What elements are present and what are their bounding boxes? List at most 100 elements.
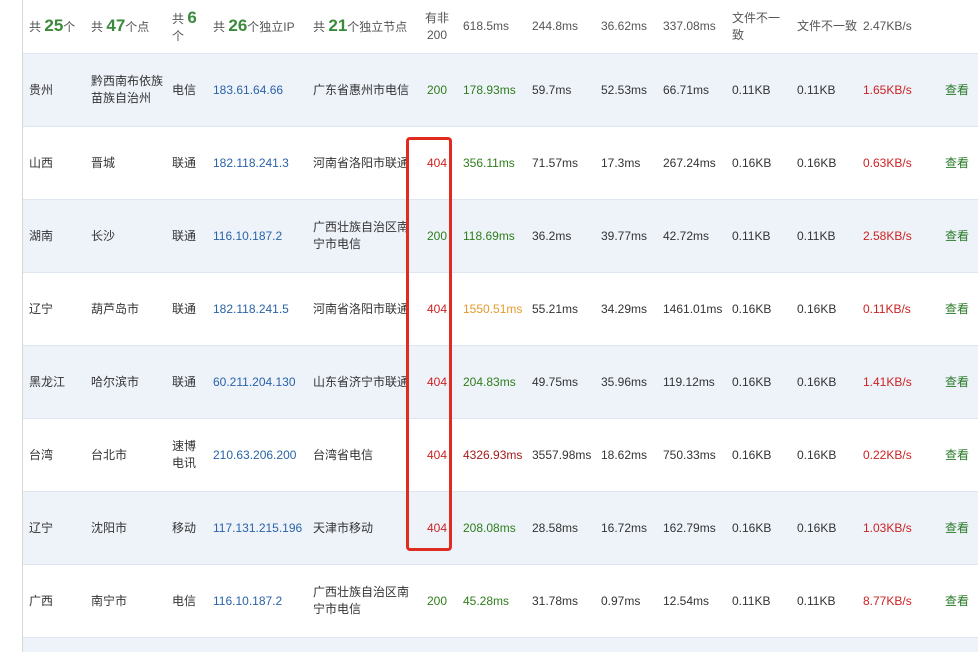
resolve-time: 49.75ms — [526, 345, 595, 419]
file-size-2: 0.11KB — [791, 199, 857, 273]
table-row: 台湾 台北市 速博电讯 210.63.206.200 台湾省电信 404 432… — [23, 418, 978, 492]
table-row: 湖南 长沙 联通 116.10.187.2 广西壮族自治区南宁市电信 200 1… — [23, 199, 978, 273]
city: 长沙 — [85, 199, 166, 273]
city: 南宁市 — [85, 564, 166, 638]
file-size: 0.11KB — [726, 564, 791, 638]
summary-row: 共 25个 共 47个点 共 6个 共 26个独立IP 共 21个独立节点 有非… — [23, 0, 978, 54]
http-status: 404 — [417, 272, 457, 346]
download-time: 119.12ms — [657, 345, 726, 419]
isp: 电信 — [166, 564, 207, 638]
file-inconsistent-note: 文件不一致 — [726, 0, 791, 54]
non200-note: 有非200 — [417, 0, 457, 54]
view-link[interactable]: 查看 — [939, 126, 978, 200]
download-time: 12.54ms — [657, 564, 726, 638]
ip-address: 210.63.206.200 — [207, 418, 307, 492]
view-link[interactable]: 查看 — [939, 418, 978, 492]
connect-time: 34.29ms — [595, 272, 657, 346]
isp: 联通 — [166, 345, 207, 419]
view-link[interactable]: 查看 — [939, 272, 978, 346]
total-time: 208.08ms — [457, 491, 526, 565]
file-size: 0.11KB — [726, 199, 791, 273]
file-size-2: 0.16KB — [791, 418, 857, 492]
download-speed: 1.03KB/s — [857, 491, 939, 565]
province: 辽宁 — [23, 272, 85, 346]
file-size-2: 0.16KB — [791, 345, 857, 419]
city: 黔西南布依族苗族自治州 — [85, 53, 166, 127]
ip-address: 116.10.187.2 — [207, 199, 307, 273]
file-size: 0.16KB — [726, 345, 791, 419]
table-row: 广西 南宁市 电信 116.10.187.2 广西壮族自治区南宁市电信 200 … — [23, 564, 978, 638]
isp-count: 共 6个 — [166, 0, 207, 54]
view-link[interactable]: 查看 — [939, 199, 978, 273]
province: 台湾 — [23, 418, 85, 492]
download-speed: 2.58KB/s — [857, 199, 939, 273]
download-speed: 0.22KB/s — [857, 418, 939, 492]
resolve-time: 71.57ms — [526, 126, 595, 200]
ip-address: 117.131.215.196 — [207, 491, 307, 565]
download-time: 750.33ms — [657, 418, 726, 492]
node-count: 共 21个独立节点 — [307, 0, 417, 54]
resolved-node: 河南省洛阳市联通 — [307, 272, 417, 346]
http-status: 404 — [417, 491, 457, 565]
file-size: 0.16KB — [726, 126, 791, 200]
resolved-node: 广东省惠州市电信 — [307, 53, 417, 127]
http-status: 404 — [417, 126, 457, 200]
download-speed: 8.77KB/s — [857, 564, 939, 638]
download-speed: 1.65KB/s — [857, 53, 939, 127]
connect-time: 18.62ms — [595, 418, 657, 492]
resolved-node: 河南省洛阳市联通 — [307, 126, 417, 200]
view-link[interactable]: 查看 — [939, 53, 978, 127]
file-size-2: 0.16KB — [791, 272, 857, 346]
ip-address: 182.118.241.3 — [207, 126, 307, 200]
isp: 联通 — [166, 126, 207, 200]
download-speed: 1.41KB/s — [857, 345, 939, 419]
view-link[interactable]: 查看 — [939, 345, 978, 419]
file-size: 0.11KB — [726, 53, 791, 127]
table-row: 黑龙江 哈尔滨市 联通 60.211.204.130 山东省济宁市联通 404 … — [23, 345, 978, 419]
province-count: 共 25个 — [23, 0, 85, 54]
ip-address: 60.211.204.130 — [207, 345, 307, 419]
connect-time: 0.97ms — [595, 564, 657, 638]
resolved-node: 台湾省电信 — [307, 418, 417, 492]
connect-time: 39.77ms — [595, 199, 657, 273]
resolve-time: 28.58ms — [526, 491, 595, 565]
download-speed: 0.63KB/s — [857, 126, 939, 200]
isp: 联通 — [166, 199, 207, 273]
city: 沈阳市 — [85, 491, 166, 565]
ip-address: 182.118.241.5 — [207, 272, 307, 346]
isp: 电信 — [166, 53, 207, 127]
view-link[interactable]: 查看 — [939, 564, 978, 638]
file-size: 0.16KB — [726, 491, 791, 565]
province: 辽宁 — [23, 491, 85, 565]
total-time: 118.69ms — [457, 199, 526, 273]
summary-action-empty — [939, 0, 978, 54]
resolved-node: 天津市移动 — [307, 491, 417, 565]
download-time: 267.24ms — [657, 126, 726, 200]
resolve-time: 59.7ms — [526, 53, 595, 127]
download-time: 66.71ms — [657, 53, 726, 127]
city: 哈尔滨市 — [85, 345, 166, 419]
avg-speed: 2.47KB/s — [857, 0, 939, 54]
province: 湖南 — [23, 199, 85, 273]
file-size-2: 0.16KB — [791, 126, 857, 200]
file-inconsistent-note-2: 文件不一致 — [791, 0, 857, 54]
avg-total-time: 618.5ms — [457, 0, 526, 54]
resolve-time: 55.21ms — [526, 272, 595, 346]
province: 贵州 — [23, 53, 85, 127]
connect-time: 17.3ms — [595, 126, 657, 200]
total-time: 45.28ms — [457, 564, 526, 638]
file-size-2: 0.16KB — [791, 491, 857, 565]
isp: 移动 — [166, 491, 207, 565]
total-time: 4326.93ms — [457, 418, 526, 492]
speed-test-results-table: 共 25个 共 47个点 共 6个 共 26个独立IP 共 21个独立节点 有非… — [23, 0, 978, 638]
http-status: 404 — [417, 345, 457, 419]
table-row: 辽宁 沈阳市 移动 117.131.215.196 天津市移动 404 208.… — [23, 491, 978, 565]
resolve-time: 31.78ms — [526, 564, 595, 638]
city: 台北市 — [85, 418, 166, 492]
isp: 速博电讯 — [166, 418, 207, 492]
total-time: 356.11ms — [457, 126, 526, 200]
table-row: 贵州 黔西南布依族苗族自治州 电信 183.61.64.66 广东省惠州市电信 … — [23, 53, 978, 127]
view-link[interactable]: 查看 — [939, 491, 978, 565]
resolve-time: 3557.98ms — [526, 418, 595, 492]
table-row: 辽宁 葫芦岛市 联通 182.118.241.5 河南省洛阳市联通 404 15… — [23, 272, 978, 346]
